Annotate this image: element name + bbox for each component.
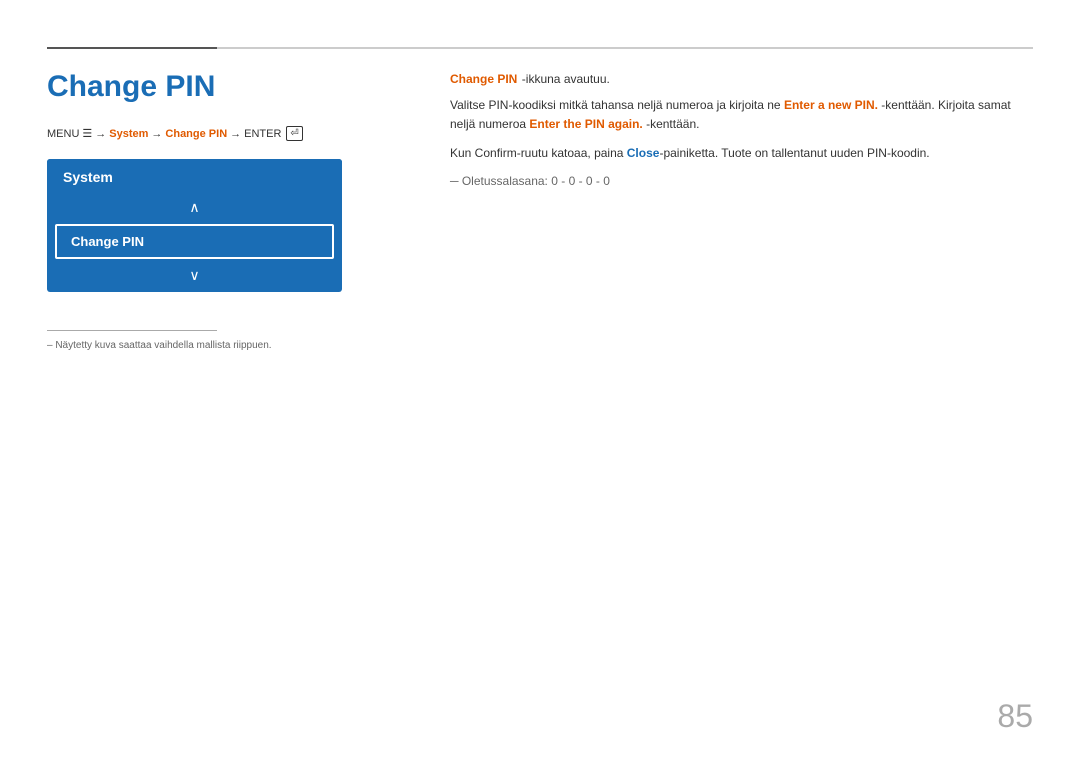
right-column: Change PIN -ikkuna avautuu. Valitse PIN-… bbox=[450, 70, 1033, 188]
instruction-para-1: Valitse PIN-koodiksi mitkä tahansa neljä… bbox=[450, 96, 1033, 134]
change-pin-link: Change PIN bbox=[165, 128, 227, 140]
top-rule-accent bbox=[47, 47, 217, 49]
left-column: Change PIN MENU ☰ → System → Change PIN … bbox=[47, 70, 417, 292]
menu-box-header: System bbox=[47, 159, 342, 195]
arrow-2: → bbox=[151, 128, 162, 140]
system-link: System bbox=[109, 128, 148, 140]
right-section-title: Change PIN bbox=[450, 72, 517, 86]
page-number: 85 bbox=[997, 698, 1033, 735]
system-menu-box: System ∧ Change PIN ∨ bbox=[47, 159, 342, 292]
footnote-divider bbox=[47, 330, 217, 331]
footnote-text: – Näytetty kuva saattaa vaihdella mallis… bbox=[47, 340, 272, 351]
enter-new-pin-label: Enter a new PIN. bbox=[784, 98, 878, 112]
enter-icon-symbol: ⏎ bbox=[286, 126, 302, 141]
right-section-title-suffix: -ikkuna avautuu. bbox=[522, 72, 610, 86]
page-title: Change PIN bbox=[47, 70, 417, 104]
menu-label: MENU bbox=[47, 128, 79, 140]
enter-label: ENTER bbox=[244, 128, 281, 140]
menu-icon-symbol: ☰ bbox=[82, 127, 92, 140]
arrow-up-icon: ∧ bbox=[47, 195, 342, 220]
instruction-para-2: Kun Confirm-ruutu katoaa, paina Close-pa… bbox=[450, 144, 1033, 163]
menu-path: MENU ☰ → System → Change PIN → ENTER ⏎ bbox=[47, 126, 417, 141]
change-pin-menu-item[interactable]: Change PIN bbox=[55, 224, 334, 259]
enter-pin-again-label: Enter the PIN again. bbox=[529, 117, 642, 131]
arrow-3: → bbox=[230, 128, 241, 140]
para2-suffix: -painiketta. Tuote on tallentanut uuden … bbox=[659, 146, 929, 160]
para1-suffix: -kenttään. bbox=[643, 117, 700, 131]
para1-prefix: Valitse PIN-koodiksi mitkä tahansa neljä… bbox=[450, 98, 784, 112]
arrow-down-icon: ∨ bbox=[47, 263, 342, 292]
para2-prefix: Kun Confirm-ruutu katoaa, paina bbox=[450, 146, 627, 160]
arrow-1: → bbox=[95, 128, 106, 140]
right-title-block: Change PIN -ikkuna avautuu. bbox=[450, 70, 1033, 88]
default-pin-note: Oletussalasana: 0 - 0 - 0 - 0 bbox=[450, 174, 1033, 188]
close-label: Close bbox=[627, 146, 660, 160]
